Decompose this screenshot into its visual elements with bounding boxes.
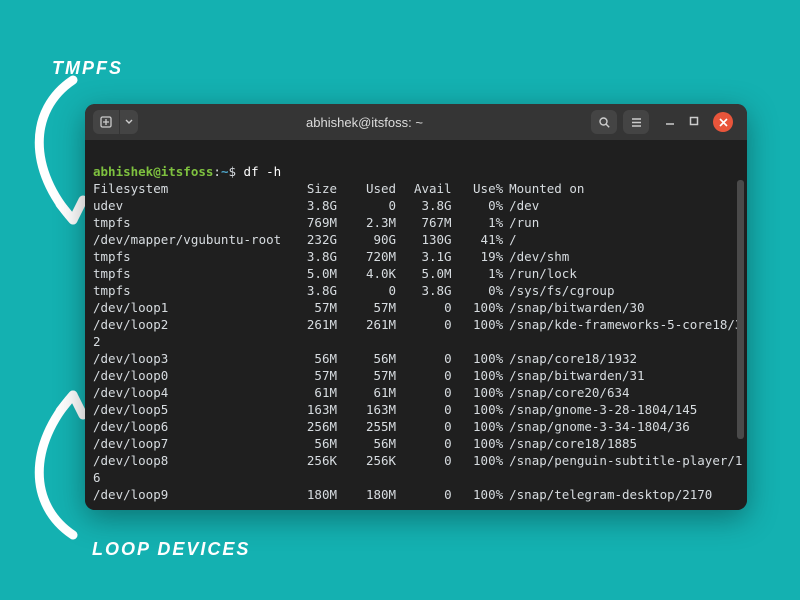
annotation-loop-devices: LOOP DEVICES [92,539,250,560]
maximize-icon [689,116,699,126]
table-row: /dev/mapper/vgubuntu-root232G 90G 130G 4… [93,231,739,248]
close-button[interactable] [713,112,733,132]
close-icon [719,118,728,127]
scrollbar[interactable] [737,180,744,439]
chevron-down-icon [125,118,133,126]
minimize-button[interactable] [665,115,675,129]
table-header: FilesystemSize Used Avail Use%Mounted on [93,181,584,196]
table-row-wrap: 2 [93,333,739,350]
table-row: tmpfs769M 2.3M 767M 1%/run [93,214,739,231]
table-row: /dev/loop9180M 180M 0 100%/snap/telegram… [93,486,739,503]
search-icon [598,116,611,129]
table-row: udev3.8G 0 3.8G 0%/dev [93,197,739,214]
prompt-user: abhishek@itsfoss [93,164,213,179]
table-row: /dev/loop756M 56M 0 100%/snap/core18/188… [93,435,739,452]
minimize-icon [665,116,675,126]
table-row: /dev/loop5163M 163M 0 100%/snap/gnome-3-… [93,401,739,418]
table-row: /dev/loop356M 56M 0 100%/snap/core18/193… [93,350,739,367]
prompt-command: df -h [244,164,282,179]
hamburger-icon [630,116,643,129]
new-tab-button[interactable] [93,110,119,134]
table-rows: udev3.8G 0 3.8G 0%/devtmpfs769M 2.3M 767… [93,197,739,503]
window-title: abhishek@itsfoss: ~ [144,115,585,130]
annotation-tmpfs: TMPFS [52,58,123,79]
maximize-button[interactable] [689,115,699,129]
titlebar: abhishek@itsfoss: ~ [85,104,747,140]
table-row: tmpfs5.0M 4.0K 5.0M 1%/run/lock [93,265,739,282]
table-row: tmpfs3.8G 720M 3.1G 19%/dev/shm [93,248,739,265]
table-row: /dev/loop6256M 255M 0 100%/snap/gnome-3-… [93,418,739,435]
search-button[interactable] [591,110,617,134]
prompt-sep: : [213,164,221,179]
tab-plus-icon [100,116,112,128]
table-row-wrap: 6 [93,469,739,486]
table-row: /dev/loop8256K 256K 0 100%/snap/penguin-… [93,452,739,469]
table-row: /dev/loop057M 57M 0 100%/snap/bitwarden/… [93,367,739,384]
table-row: /dev/loop157M 57M 0 100%/snap/bitwarden/… [93,299,739,316]
table-row: tmpfs3.8G 0 3.8G 0%/sys/fs/cgroup [93,282,739,299]
table-row: /dev/loop2261M 261M 0 100%/snap/kde-fram… [93,316,739,333]
menu-button[interactable] [623,110,649,134]
terminal-window: abhishek@itsfoss: ~ abhishek@itsfoss [85,104,747,510]
table-row: /dev/loop461M 61M 0 100%/snap/core20/634 [93,384,739,401]
tab-dropdown-button[interactable] [120,110,138,134]
terminal-body[interactable]: abhishek@itsfoss:~$ df -h FilesystemSize… [85,140,747,510]
